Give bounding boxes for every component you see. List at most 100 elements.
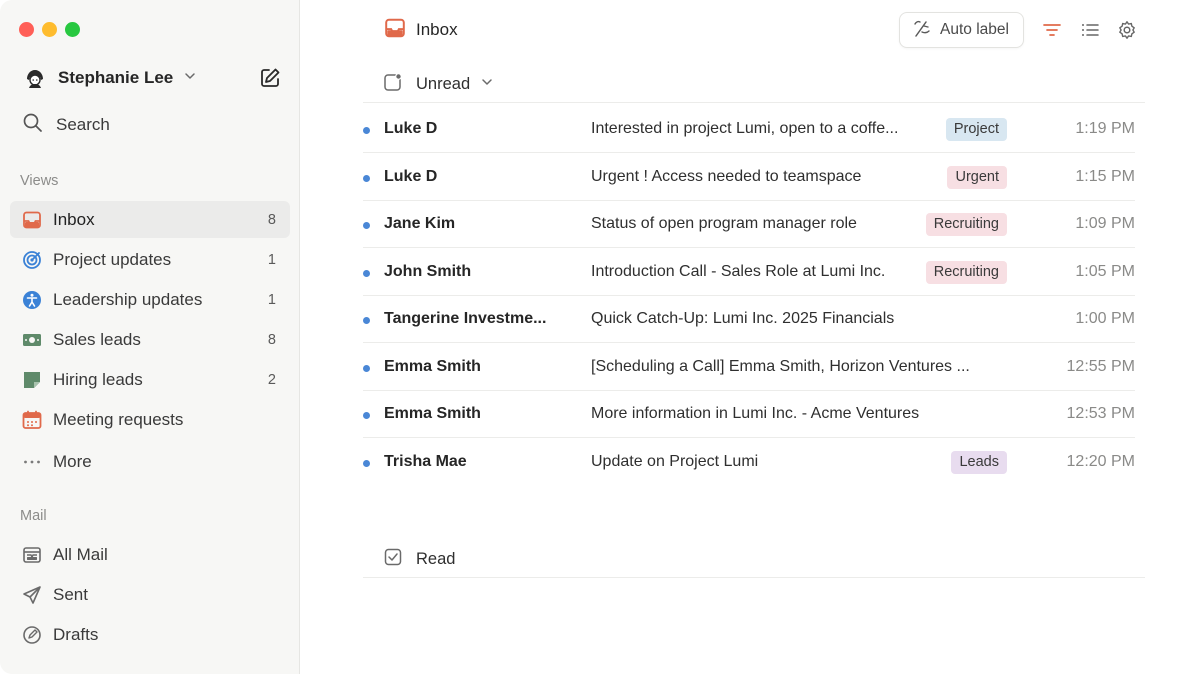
- email-time: 1:19 PM: [1075, 120, 1135, 137]
- sidebar-item-label: More: [53, 451, 92, 471]
- sidebar-item-drafts[interactable]: Drafts: [10, 616, 290, 653]
- sidebar-item-count: 1: [267, 291, 276, 308]
- unread-icon: [384, 72, 402, 96]
- sidebar-item-label: Inbox: [53, 209, 95, 229]
- calendar-icon: [22, 410, 42, 430]
- account-name: Stephanie Lee: [58, 68, 174, 87]
- close-window-button[interactable]: [19, 22, 34, 37]
- sidebar-item-all-mail[interactable]: All Mail: [10, 536, 290, 573]
- chevron-down-icon: [183, 69, 197, 88]
- email-time: 12:53 PM: [1066, 405, 1135, 422]
- sidebar-item-sales-leads[interactable]: Sales leads 8: [10, 321, 290, 358]
- checkbox-checked-icon: [384, 548, 402, 571]
- email-sender: Luke D: [384, 168, 438, 185]
- auto-label-button[interactable]: Auto label: [899, 12, 1024, 48]
- label-badge[interactable]: Recruiting: [925, 261, 1007, 284]
- compose-icon: [261, 68, 280, 87]
- filter-button[interactable]: [1041, 19, 1063, 41]
- email-sender: Emma Smith: [384, 405, 481, 422]
- settings-button[interactable]: [1116, 19, 1138, 41]
- sidebar-item-more[interactable]: More: [10, 443, 290, 480]
- sidebar-item-count: 2: [267, 371, 276, 388]
- account-switcher[interactable]: Stephanie Lee: [22, 64, 197, 92]
- email-time: 1:09 PM: [1075, 215, 1135, 232]
- email-time: 12:55 PM: [1066, 358, 1135, 375]
- email-subject: Status of open program manager role: [591, 215, 857, 232]
- list-view-button[interactable]: [1079, 19, 1101, 41]
- email-row[interactable]: Luke D Urgent ! Access needed to teamspa…: [363, 154, 1135, 201]
- email-row[interactable]: Emma Smith More information in Lumi Inc.…: [363, 391, 1135, 438]
- avatar: [22, 65, 48, 91]
- email-sender: Trisha Mae: [384, 453, 467, 470]
- unread-dot: [363, 412, 370, 419]
- email-subject: [Scheduling a Call] Emma Smith, Horizon …: [591, 358, 970, 375]
- unread-dot: [363, 317, 370, 324]
- email-subject: Update on Project Lumi: [591, 453, 759, 470]
- unread-group-header[interactable]: Unread: [384, 72, 494, 96]
- maximize-window-button[interactable]: [65, 22, 80, 37]
- sidebar-item-label: Project updates: [53, 249, 172, 269]
- label-badge[interactable]: Project: [945, 118, 1007, 141]
- sidebar-item-leadership-updates[interactable]: Leadership updates 1: [10, 281, 290, 318]
- target-icon: [22, 250, 42, 270]
- main-panel: Inbox Auto label Unread Luke D Intereste…: [300, 0, 1200, 674]
- email-time: 12:20 PM: [1066, 453, 1135, 470]
- sidebar-item-count: 1: [267, 251, 276, 268]
- sidebar-item-project-updates[interactable]: Project updates 1: [10, 241, 290, 278]
- money-icon: [22, 330, 42, 350]
- sidebar-item-sent[interactable]: Sent: [10, 576, 290, 613]
- search-button[interactable]: Search: [22, 112, 110, 138]
- email-sender: John Smith: [384, 263, 472, 280]
- chevron-down-icon: [480, 75, 494, 94]
- sidebar-item-label: Sent: [53, 584, 88, 604]
- minimize-window-button[interactable]: [42, 22, 57, 37]
- email-row[interactable]: Luke D Interested in project Lumi, open …: [363, 106, 1135, 153]
- read-group-label: Read: [416, 549, 456, 568]
- label-badge[interactable]: Leads: [951, 451, 1007, 474]
- sidebar-item-count: 8: [267, 211, 276, 228]
- email-sender: Jane Kim: [384, 215, 456, 232]
- email-subject: Urgent ! Access needed to teamspace: [591, 168, 862, 185]
- drafts-icon: [22, 625, 42, 645]
- search-icon: [22, 112, 44, 139]
- email-time: 1:05 PM: [1075, 263, 1135, 280]
- sidebar-item-hiring-leads[interactable]: Hiring leads 2: [10, 361, 290, 398]
- search-label: Search: [56, 115, 110, 134]
- unread-dot: [363, 222, 370, 229]
- list-icon: [1082, 24, 1099, 36]
- accessibility-icon: [22, 290, 42, 310]
- email-time: 1:00 PM: [1075, 310, 1135, 327]
- unread-dot: [363, 270, 370, 277]
- email-row[interactable]: John Smith Introduction Call - Sales Rol…: [363, 249, 1135, 296]
- sidebar-item-label: Meeting requests: [53, 409, 184, 429]
- views-section-label: Views: [20, 173, 59, 189]
- sidebar-item-label: Hiring leads: [53, 369, 143, 389]
- email-subject: Introduction Call - Sales Role at Lumi I…: [591, 263, 886, 280]
- label-badge[interactable]: Recruiting: [925, 213, 1007, 236]
- read-group-header[interactable]: Read: [384, 547, 455, 571]
- email-row[interactable]: Jane Kim Status of open program manager …: [363, 201, 1135, 248]
- email-row[interactable]: Trisha Mae Update on Project Lumi Leads …: [363, 439, 1135, 486]
- sidebar-item-inbox[interactable]: Inbox 8: [10, 201, 290, 238]
- gear-icon: [1119, 21, 1135, 39]
- email-row[interactable]: Emma Smith [Scheduling a Call] Emma Smit…: [363, 344, 1135, 391]
- email-sender: Luke D: [384, 120, 438, 137]
- email-subject: Quick Catch-Up: Lumi Inc. 2025 Financial…: [591, 310, 895, 327]
- sidebar-item-label: Leadership updates: [53, 289, 203, 309]
- divider: [363, 102, 1145, 103]
- label-badge[interactable]: Urgent: [947, 166, 1007, 189]
- inbox-icon: [22, 210, 42, 230]
- magic-wand-icon: [912, 18, 932, 43]
- sidebar-item-label: Drafts: [53, 624, 99, 644]
- sidebar-item-count: 8: [267, 331, 276, 348]
- auto-label-text: Auto label: [940, 21, 1009, 38]
- sidebar: Stephanie Lee Search Views Inbox 8 Proje…: [0, 0, 300, 674]
- unread-dot: [363, 460, 370, 467]
- sidebar-item-label: Sales leads: [53, 329, 141, 349]
- window-controls: [19, 22, 80, 37]
- email-row[interactable]: Tangerine Investme... Quick Catch-Up: Lu…: [363, 296, 1135, 343]
- unread-dot: [363, 175, 370, 182]
- sidebar-item-meeting-requests[interactable]: Meeting requests: [10, 401, 290, 438]
- filter-icon: [1043, 24, 1061, 36]
- compose-button[interactable]: [258, 66, 282, 90]
